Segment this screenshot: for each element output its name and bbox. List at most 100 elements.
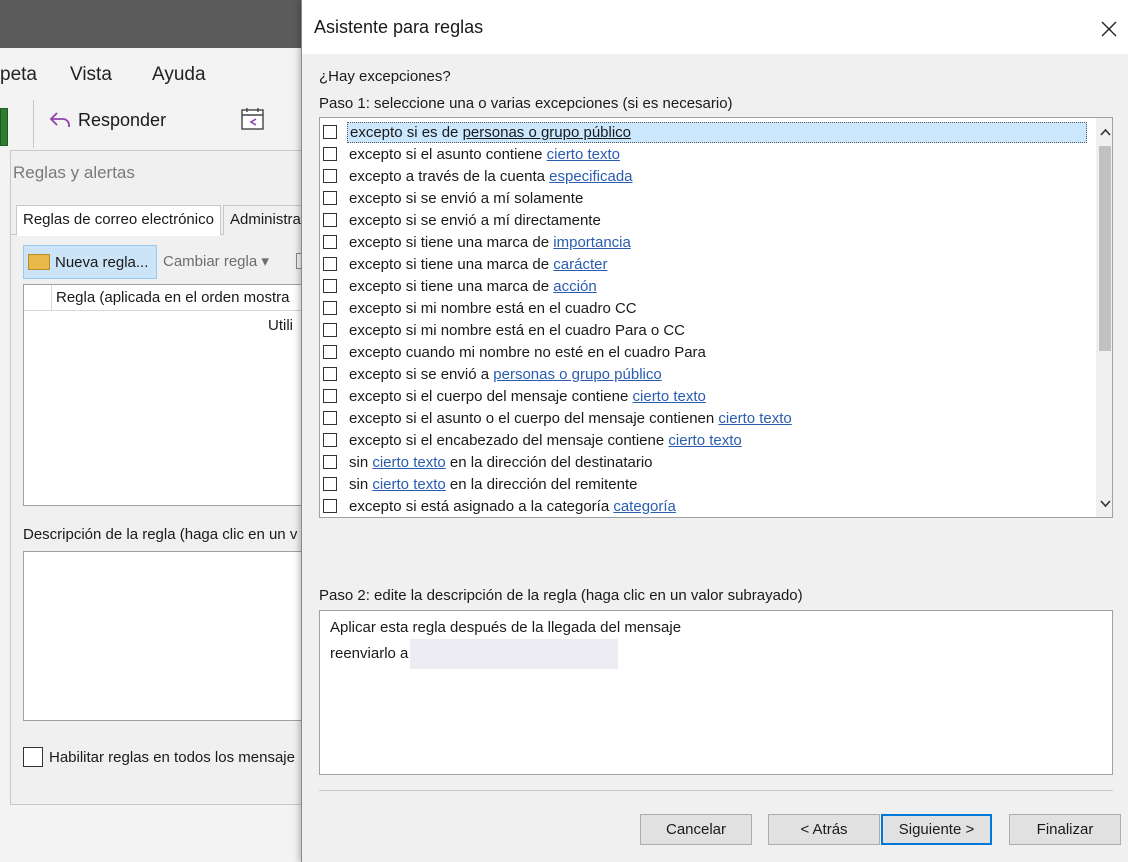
exception-text: excepto si el asunto contiene cierto tex… bbox=[347, 145, 622, 164]
exception-item[interactable]: excepto si el asunto contiene cierto tex… bbox=[320, 143, 1090, 165]
enable-rules-label: Habilitar reglas en todos los mensaje bbox=[49, 748, 295, 766]
exception-checkbox[interactable] bbox=[323, 389, 337, 403]
rules-dialog-tabs: Reglas de correo electrónico Administra bbox=[11, 205, 311, 236]
exception-value-link[interactable]: cierto texto bbox=[718, 410, 791, 427]
exception-checkbox[interactable] bbox=[323, 301, 337, 315]
exception-value-link[interactable]: cierto texto bbox=[547, 146, 620, 163]
exception-text: sin cierto texto en la dirección del des… bbox=[347, 453, 655, 472]
exception-value-link[interactable]: cierto texto bbox=[633, 388, 706, 405]
enable-rules-option[interactable]: Habilitar reglas en todos los mensaje bbox=[23, 747, 295, 767]
exception-item[interactable]: excepto si se envió a personas o grupo p… bbox=[320, 363, 1090, 385]
description-line-forward: reenviarlo a bbox=[330, 639, 1102, 669]
exception-item[interactable]: excepto si el asunto o el cuerpo del men… bbox=[320, 407, 1090, 429]
exceptions-question: ¿Hay excepciones? bbox=[319, 68, 451, 85]
exception-text-pre: excepto si tiene una marca de bbox=[349, 277, 554, 295]
exception-checkbox[interactable] bbox=[323, 257, 337, 271]
wizard-title: Asistente para reglas bbox=[314, 17, 484, 37]
finish-button[interactable]: Finalizar bbox=[1009, 814, 1121, 845]
rules-and-alerts-dialog: Reglas y alertas Reglas de correo electr… bbox=[10, 150, 324, 805]
exception-checkbox[interactable] bbox=[323, 191, 337, 205]
exception-value-link[interactable]: personas o grupo público bbox=[493, 366, 661, 383]
menu-vista[interactable]: Vista bbox=[70, 64, 112, 86]
rules-dialog-title: Reglas y alertas bbox=[13, 163, 135, 182]
exception-checkbox[interactable] bbox=[323, 433, 337, 447]
exception-value-link[interactable]: cierto texto bbox=[668, 432, 741, 449]
exception-item[interactable]: excepto a través de la cuenta especifica… bbox=[320, 165, 1090, 187]
folder-envelope-icon bbox=[28, 254, 50, 270]
exception-item[interactable]: sin cierto texto en la dirección del rem… bbox=[320, 473, 1090, 495]
exception-checkbox[interactable] bbox=[323, 323, 337, 337]
exception-checkbox[interactable] bbox=[323, 213, 337, 227]
exception-text-post: en la dirección del remitente bbox=[445, 475, 638, 493]
exception-item[interactable]: excepto si es de personas o grupo públic… bbox=[320, 121, 1090, 143]
rule-description-editor[interactable]: Aplicar esta regla después de la llegada… bbox=[319, 610, 1113, 775]
exception-value-link[interactable]: cierto texto bbox=[372, 476, 445, 493]
exception-text-pre: excepto si el encabezado del mensaje con… bbox=[349, 431, 669, 449]
new-rule-label: Nueva regla... bbox=[55, 253, 149, 271]
exception-item[interactable]: excepto si tiene una marca de acción bbox=[320, 275, 1090, 297]
tab-email-rules[interactable]: Reglas de correo electrónico bbox=[16, 205, 221, 236]
exception-checkbox[interactable] bbox=[323, 147, 337, 161]
exception-text-pre: excepto si el asunto o el cuerpo del men… bbox=[349, 409, 719, 427]
exception-text-post: en la dirección del destinatario bbox=[445, 453, 653, 471]
exception-text: excepto si el asunto o el cuerpo del men… bbox=[347, 409, 794, 428]
exception-item[interactable]: excepto si tiene una marca de importanci… bbox=[320, 231, 1090, 253]
exception-text-pre: sin bbox=[349, 453, 373, 471]
new-rule-button[interactable]: Nueva regla... bbox=[23, 245, 157, 279]
exception-text: excepto si tiene una marca de acción bbox=[347, 277, 599, 296]
rules-grid-rule-column[interactable]: Regla (aplicada en el orden mostra bbox=[56, 289, 289, 306]
exception-checkbox[interactable] bbox=[323, 169, 337, 183]
tab-manage-alerts[interactable]: Administra bbox=[223, 205, 308, 235]
exception-value-link[interactable]: categoría bbox=[613, 498, 676, 515]
exception-value-link[interactable]: acción bbox=[553, 278, 596, 295]
exceptions-list[interactable]: excepto si es de personas o grupo públic… bbox=[319, 117, 1113, 518]
exception-checkbox[interactable] bbox=[323, 455, 337, 469]
exception-item[interactable]: sin cierto texto en la dirección del des… bbox=[320, 451, 1090, 473]
exception-item[interactable]: excepto si el cuerpo del mensaje contien… bbox=[320, 385, 1090, 407]
exception-checkbox[interactable] bbox=[323, 367, 337, 381]
exception-checkbox[interactable] bbox=[323, 279, 337, 293]
rules-grid[interactable]: Regla (aplicada en el orden mostra Utili bbox=[23, 284, 324, 506]
exception-checkbox[interactable] bbox=[323, 477, 337, 491]
forward-text: reenviarlo a bbox=[330, 644, 409, 662]
reply-button[interactable]: Responder bbox=[48, 108, 166, 132]
scroll-thumb[interactable] bbox=[1099, 146, 1111, 351]
exception-value-link[interactable]: personas o grupo público bbox=[463, 124, 631, 141]
exception-checkbox[interactable] bbox=[323, 499, 337, 513]
exception-item[interactable]: excepto si se envió a mí directamente bbox=[320, 209, 1090, 231]
enable-rules-checkbox[interactable] bbox=[23, 747, 43, 767]
exceptions-scrollbar[interactable] bbox=[1096, 118, 1112, 517]
chevron-up-icon bbox=[1099, 128, 1111, 136]
exception-item[interactable]: excepto cuando mi nombre no esté en el c… bbox=[320, 341, 1090, 363]
exception-text-pre: sin bbox=[349, 475, 373, 493]
cancel-button[interactable]: Cancelar bbox=[640, 814, 752, 845]
exception-item[interactable]: excepto si el encabezado del mensaje con… bbox=[320, 429, 1090, 451]
exception-value-link[interactable]: especificada bbox=[549, 168, 632, 185]
exception-checkbox[interactable] bbox=[323, 411, 337, 425]
exception-checkbox[interactable] bbox=[323, 235, 337, 249]
exception-value-link[interactable]: carácter bbox=[553, 256, 607, 273]
close-button[interactable] bbox=[1092, 12, 1126, 46]
change-rule-button[interactable]: Cambiar regla ▾ bbox=[163, 252, 269, 270]
rules-toolbar: Nueva regla... Cambiar regla ▾ bbox=[23, 245, 313, 279]
exception-item[interactable]: excepto si mi nombre está en el cuadro P… bbox=[320, 319, 1090, 341]
exception-text: excepto a través de la cuenta especifica… bbox=[347, 167, 635, 186]
exception-item[interactable]: excepto si mi nombre está en el cuadro C… bbox=[320, 297, 1090, 319]
scroll-up-button[interactable] bbox=[1096, 122, 1112, 142]
exception-checkbox[interactable] bbox=[323, 345, 337, 359]
exception-value-link[interactable]: importancia bbox=[553, 234, 631, 251]
meeting-reply-icon[interactable] bbox=[240, 106, 266, 132]
exception-text: excepto si tiene una marca de importanci… bbox=[347, 233, 633, 252]
exception-text: sin cierto texto en la dirección del rem… bbox=[347, 475, 640, 494]
exception-value-link[interactable]: cierto texto bbox=[372, 454, 445, 471]
back-button[interactable]: < Atrás bbox=[768, 814, 880, 845]
exception-item[interactable]: excepto si está asignado a la categoría … bbox=[320, 495, 1090, 517]
exception-checkbox[interactable] bbox=[323, 125, 337, 139]
menu-ayuda[interactable]: Ayuda bbox=[152, 64, 206, 86]
next-button[interactable]: Siguiente > bbox=[881, 814, 992, 845]
exception-item[interactable]: excepto si tiene una marca de carácter bbox=[320, 253, 1090, 275]
exception-text: excepto si se envió a mí solamente bbox=[347, 189, 585, 208]
menu-carpeta[interactable]: peta bbox=[0, 64, 37, 86]
exception-item[interactable]: excepto si se envió a mí solamente bbox=[320, 187, 1090, 209]
scroll-down-button[interactable] bbox=[1096, 494, 1112, 514]
